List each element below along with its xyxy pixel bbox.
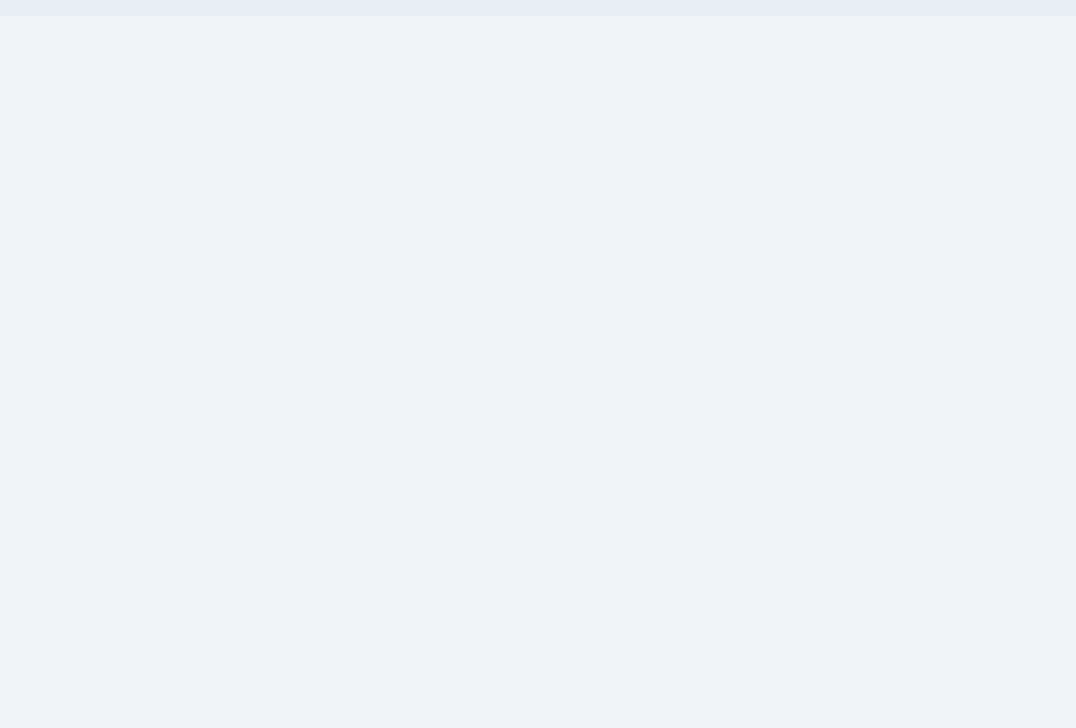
- icon-grid: [0, 0, 1076, 16]
